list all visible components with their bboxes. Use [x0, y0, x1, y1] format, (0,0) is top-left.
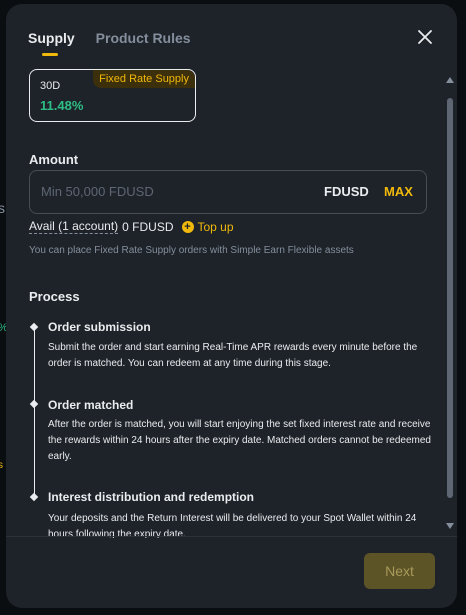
topup-label: Top up	[197, 219, 234, 234]
process-heading: Process	[29, 289, 80, 304]
step-description: After the order is matched, you will sta…	[48, 419, 431, 462]
scrollbar-thumb[interactable]	[447, 98, 453, 498]
step-description: Your deposits and the Return Interest wi…	[48, 513, 417, 538]
step-title: Order matched	[48, 398, 134, 412]
step-title: Order submission	[48, 320, 151, 334]
avail-value: 0 FDUSD	[122, 219, 174, 234]
avail-account[interactable]: Avail (1 account)	[29, 219, 119, 234]
apr-rate: 11.48%	[40, 98, 84, 113]
tab-bar: Supply Product Rules	[28, 30, 191, 56]
next-button[interactable]: Next	[364, 553, 435, 589]
close-icon	[418, 30, 432, 44]
bg-fragment: s	[0, 460, 3, 471]
amount-placeholder: Min 50,000 FDUSD	[41, 184, 154, 199]
currency-label: FDUSD	[324, 184, 369, 199]
bg-fragment: s	[0, 200, 5, 216]
term-label: 30D	[40, 80, 61, 92]
close-button[interactable]	[414, 26, 436, 48]
max-button[interactable]: MAX	[384, 184, 413, 199]
availability-row: Avail (1 account) 0 FDUSD + Top up	[29, 219, 234, 234]
product-card[interactable]: Fixed Rate Supply 30D 11.48%	[29, 69, 196, 122]
amount-label: Amount	[29, 152, 79, 167]
fixed-rate-badge: Fixed Rate Supply	[93, 70, 195, 88]
plus-circle-icon: +	[181, 220, 194, 233]
flexible-assets-note: You can place Fixed Rate Supply orders w…	[29, 245, 354, 256]
step-marker	[29, 492, 39, 502]
process-timeline	[34, 326, 35, 494]
tab-product-rules[interactable]: Product Rules	[96, 30, 191, 56]
modal-footer: Next	[6, 536, 457, 608]
step-description: Submit the order and start earning Real-…	[48, 342, 418, 369]
supply-modal: Supply Product Rules Fixed Rate Supply 3…	[6, 4, 457, 608]
amount-input[interactable]: Min 50,000 FDUSD FDUSD MAX	[29, 170, 427, 214]
step-title: Interest distribution and redemption	[48, 490, 255, 504]
scroll-down-icon[interactable]	[446, 523, 454, 529]
scrollbar[interactable]	[446, 74, 454, 534]
topup-link[interactable]: + Top up	[181, 219, 234, 234]
step-marker	[29, 322, 39, 332]
modal-content[interactable]: Fixed Rate Supply 30D 11.48% Amount Min …	[6, 68, 457, 538]
tab-supply[interactable]: Supply	[28, 30, 75, 56]
step-marker	[29, 399, 39, 409]
scroll-up-icon[interactable]	[446, 77, 454, 83]
